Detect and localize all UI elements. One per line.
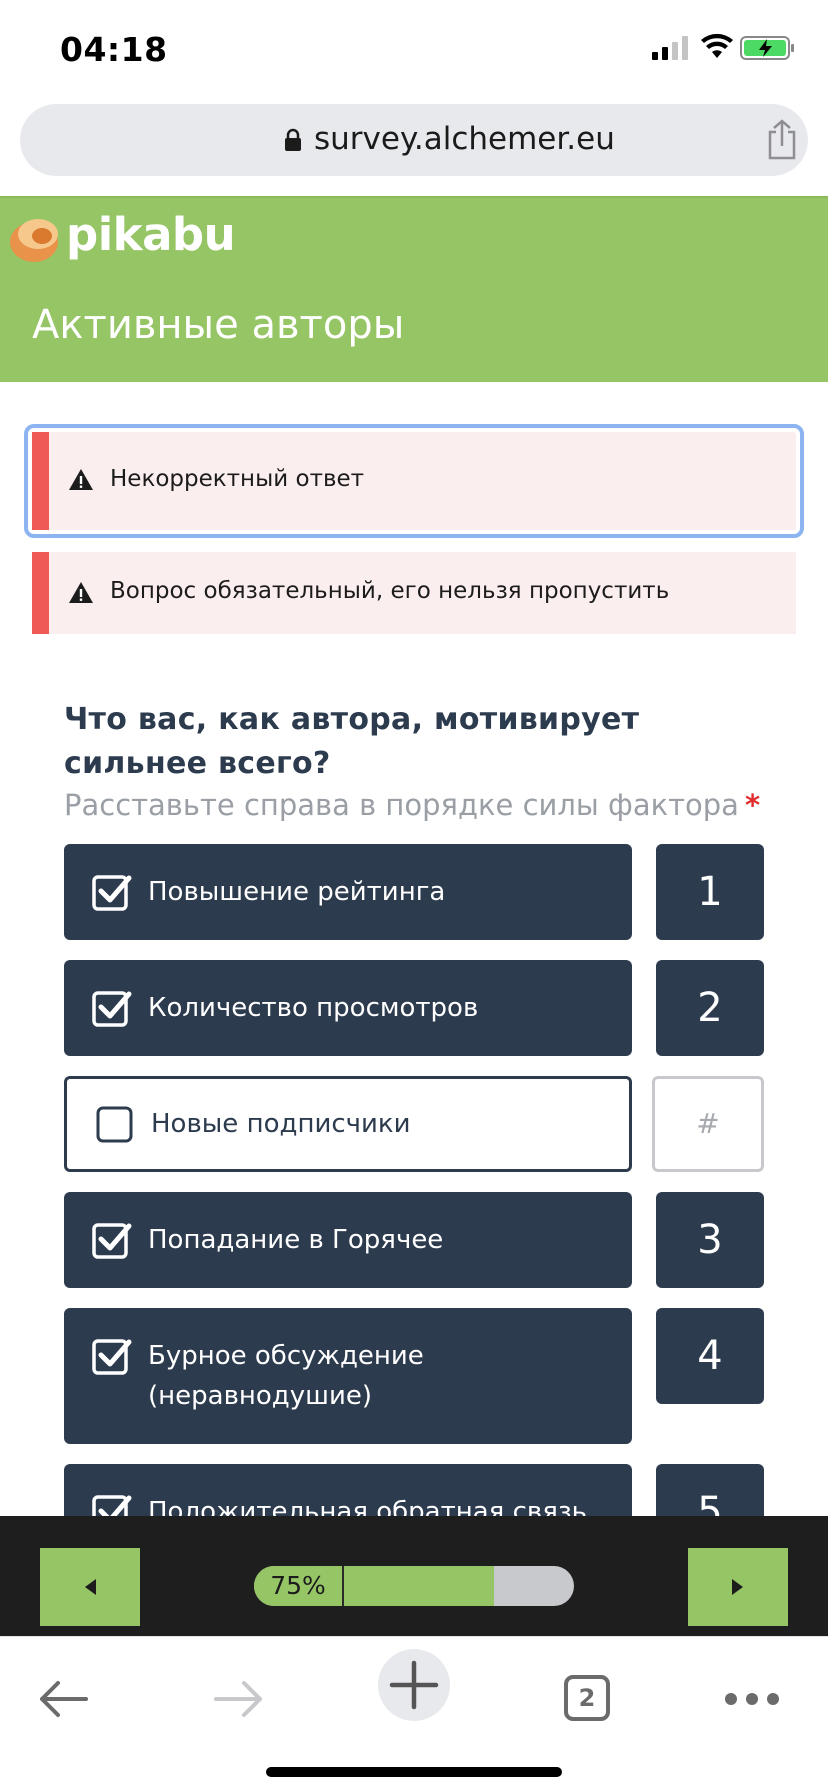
alert-message: Некорректный ответ — [110, 466, 365, 492]
rank-option-checkbox[interactable]: Бурное обсуждение (неравнодушие) — [64, 1308, 632, 1444]
browser-toolbar: 2 — [0, 1636, 828, 1792]
new-tab-button[interactable] — [378, 1649, 450, 1721]
pikabu-logo-text[interactable]: pikabu — [66, 208, 236, 261]
question-hint: Расставьте справа в порядке силы фактора… — [64, 788, 760, 822]
wifi-icon — [701, 33, 733, 58]
status-bar: 04:18 — [0, 0, 828, 96]
option-label: Бурное обсуждение (неравнодушие) — [148, 1341, 424, 1411]
rank-option-checkbox[interactable]: Новые подписчики — [64, 1076, 632, 1172]
lock-icon — [285, 128, 301, 151]
warning-icon — [69, 582, 93, 603]
question-hint-text: Расставьте справа в порядке силы фактора — [64, 788, 739, 822]
tab-count: 2 — [578, 1684, 596, 1712]
required-mark: * — [744, 788, 761, 822]
home-indicator — [266, 1767, 562, 1777]
progress-label: 75% — [254, 1566, 344, 1606]
rank-number-field[interactable]: 3 — [656, 1192, 764, 1288]
arrow-right-icon — [214, 1681, 262, 1717]
pikabu-logo-icon[interactable] — [8, 212, 62, 264]
rank-number-field[interactable]: # — [652, 1076, 764, 1172]
url-text: survey.alchemer.eu — [314, 121, 615, 157]
warning-icon — [69, 469, 93, 490]
forward-button[interactable] — [200, 1659, 280, 1739]
rank-number-field[interactable]: 1 — [656, 844, 764, 940]
question-title: Что вас, как автора, мотивирует сильнее … — [64, 702, 640, 781]
caret-left-icon — [85, 1579, 96, 1595]
battery-charging-icon — [740, 36, 794, 60]
tabs-button[interactable]: 2 — [562, 1659, 642, 1739]
progress-bar: 75% — [254, 1566, 574, 1606]
option-label: Повышение рейтинга — [148, 877, 446, 907]
rank-number-field[interactable]: 4 — [656, 1308, 764, 1404]
back-button[interactable] — [24, 1659, 104, 1739]
unchecked-checkbox-icon — [96, 1106, 133, 1143]
site-header: pikabu Активные авторы — [0, 196, 828, 382]
error-alert-required: Вопрос обязательный, его нельзя пропусти… — [32, 552, 796, 634]
next-page-button[interactable] — [688, 1548, 788, 1626]
checked-checkbox-icon — [92, 1223, 132, 1259]
rank-option-checkbox[interactable]: Попадание в Горячее — [64, 1192, 632, 1288]
arrow-left-icon — [40, 1681, 88, 1717]
alert-message: Вопрос обязательный, его нельзя пропусти… — [110, 578, 670, 604]
option-label: Новые подписчики — [151, 1109, 411, 1139]
checked-checkbox-icon — [92, 875, 132, 911]
cellular-signal-icon — [652, 36, 688, 60]
alert-bar — [32, 552, 49, 634]
plus-icon — [389, 1660, 439, 1710]
caret-right-icon — [732, 1579, 743, 1595]
more-dots-icon — [725, 1693, 779, 1705]
status-time: 04:18 — [60, 30, 168, 69]
rank-option-checkbox[interactable]: Количество просмотров — [64, 960, 632, 1056]
rank-number-field[interactable]: 2 — [656, 960, 764, 1056]
more-options-button[interactable] — [718, 1659, 798, 1739]
previous-page-button[interactable] — [40, 1548, 140, 1626]
checked-checkbox-icon — [92, 1339, 132, 1375]
checked-checkbox-icon — [92, 991, 132, 1027]
option-label: Попадание в Горячее — [148, 1225, 444, 1255]
survey-title: Активные авторы — [32, 302, 405, 348]
share-icon[interactable] — [762, 118, 802, 162]
rank-option-checkbox[interactable]: Повышение рейтинга — [64, 844, 632, 940]
alert-bar — [32, 432, 49, 530]
option-label: Количество просмотров — [148, 993, 479, 1023]
error-alert-invalid: Некорректный ответ — [24, 424, 804, 538]
survey-navigation: 75% — [0, 1516, 828, 1636]
address-bar[interactable]: survey.alchemer.eu — [20, 104, 808, 176]
